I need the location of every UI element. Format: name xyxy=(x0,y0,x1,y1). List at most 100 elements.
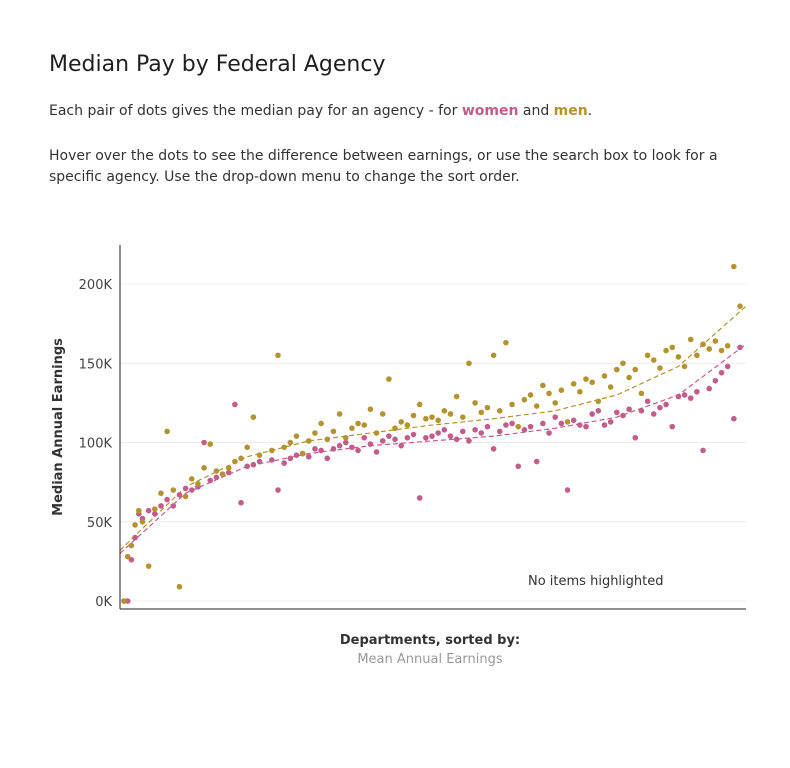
dot-women[interactable] xyxy=(484,423,491,430)
dot-women[interactable] xyxy=(490,446,497,452)
dot-men[interactable] xyxy=(694,352,700,359)
dot-women[interactable] xyxy=(632,434,639,441)
dot-women[interactable] xyxy=(250,461,257,468)
dot-women[interactable] xyxy=(336,442,343,449)
dot-women[interactable] xyxy=(583,423,589,430)
dot-men[interactable] xyxy=(429,414,435,420)
dot-women[interactable] xyxy=(275,487,281,493)
dot-women[interactable] xyxy=(552,414,558,420)
dot-women[interactable] xyxy=(650,411,657,417)
dot-women[interactable] xyxy=(164,496,170,503)
dot-men[interactable] xyxy=(638,390,645,397)
dot-men[interactable] xyxy=(404,422,411,428)
dot-women[interactable] xyxy=(675,393,682,400)
dot-men[interactable] xyxy=(540,382,546,389)
dot-men[interactable] xyxy=(503,339,509,346)
dot-men[interactable] xyxy=(379,411,386,417)
dot-women[interactable] xyxy=(447,433,454,439)
dot-men[interactable] xyxy=(441,408,448,414)
dot-men[interactable] xyxy=(250,414,257,420)
dot-men[interactable] xyxy=(342,434,349,441)
dot-women[interactable] xyxy=(546,430,552,436)
dot-women[interactable] xyxy=(281,460,287,466)
dot-men[interactable] xyxy=(552,400,558,406)
dot-men[interactable] xyxy=(650,357,657,363)
dot-women[interactable] xyxy=(644,398,651,405)
dot-women[interactable] xyxy=(681,392,688,398)
dot-women[interactable] xyxy=(361,434,368,441)
dot-women[interactable] xyxy=(410,431,417,438)
dot-men[interactable] xyxy=(509,401,515,408)
dot-women[interactable] xyxy=(416,495,423,501)
dot-men[interactable] xyxy=(336,411,343,417)
dot-women[interactable] xyxy=(306,453,312,460)
dot-women[interactable] xyxy=(373,449,380,455)
dot-men[interactable] xyxy=(386,376,392,382)
dot-men[interactable] xyxy=(392,425,398,432)
dot-men[interactable] xyxy=(706,346,712,352)
dot-women[interactable] xyxy=(404,434,411,441)
dot-women[interactable] xyxy=(256,458,263,465)
dot-women[interactable] xyxy=(213,474,220,481)
dot-women[interactable] xyxy=(392,436,398,443)
dot-men[interactable] xyxy=(675,354,682,360)
dot-men[interactable] xyxy=(533,403,540,409)
dot-men[interactable] xyxy=(158,490,164,497)
dot-women[interactable] xyxy=(577,422,583,428)
dot-men[interactable] xyxy=(570,381,577,387)
dot-men[interactable] xyxy=(632,366,639,373)
dot-men[interactable] xyxy=(132,522,138,528)
dot-women[interactable] xyxy=(669,423,676,430)
dot-men[interactable] xyxy=(207,441,214,447)
dot-men[interactable] xyxy=(484,404,491,411)
dot-men[interactable] xyxy=(515,423,522,430)
dot-women[interactable] xyxy=(453,436,460,443)
dot-men[interactable] xyxy=(472,400,478,406)
dot-men[interactable] xyxy=(460,414,466,420)
sort-dropdown[interactable]: Mean Annual Earnings xyxy=(300,652,560,667)
dot-women[interactable] xyxy=(170,503,177,509)
dot-women[interactable] xyxy=(398,442,405,449)
dot-women[interactable] xyxy=(718,369,725,376)
dot-women[interactable] xyxy=(540,420,546,427)
dot-men[interactable] xyxy=(367,406,374,413)
dot-women[interactable] xyxy=(207,477,214,484)
dot-men[interactable] xyxy=(195,480,201,487)
dot-men[interactable] xyxy=(219,471,226,478)
dot-men[interactable] xyxy=(324,436,331,443)
dot-layer[interactable] xyxy=(121,263,743,604)
dot-women[interactable] xyxy=(589,411,595,417)
dot-men[interactable] xyxy=(306,438,312,444)
dot-women[interactable] xyxy=(269,457,275,463)
dot-women[interactable] xyxy=(694,388,700,395)
dot-men[interactable] xyxy=(681,363,688,370)
dot-men[interactable] xyxy=(589,379,595,386)
dot-women[interactable] xyxy=(638,408,645,414)
dot-men[interactable] xyxy=(164,428,170,435)
dot-women[interactable] xyxy=(145,507,152,514)
dot-women[interactable] xyxy=(293,452,300,458)
dot-women[interactable] xyxy=(201,439,207,446)
dot-men[interactable] xyxy=(601,373,608,379)
dot-men[interactable] xyxy=(312,430,318,436)
dot-women[interactable] xyxy=(423,434,429,441)
dot-women[interactable] xyxy=(515,463,522,470)
dot-women[interactable] xyxy=(244,463,250,470)
dot-women[interactable] xyxy=(564,487,571,493)
dot-men[interactable] xyxy=(614,366,620,373)
dot-men[interactable] xyxy=(620,360,626,367)
dot-women[interactable] xyxy=(478,430,485,436)
dot-men[interactable] xyxy=(410,412,417,419)
dot-women[interactable] xyxy=(614,409,620,416)
dot-men[interactable] xyxy=(176,583,183,590)
dot-women[interactable] xyxy=(700,447,706,454)
dot-women[interactable] xyxy=(188,487,195,493)
dot-women[interactable] xyxy=(663,401,669,408)
dot-men[interactable] xyxy=(583,376,589,382)
dot-men[interactable] xyxy=(349,425,355,432)
dot-women[interactable] xyxy=(731,415,737,422)
dot-men[interactable] xyxy=(712,338,719,344)
dot-women[interactable] xyxy=(466,438,472,444)
dot-men[interactable] xyxy=(145,563,152,569)
dot-women[interactable] xyxy=(607,419,614,425)
